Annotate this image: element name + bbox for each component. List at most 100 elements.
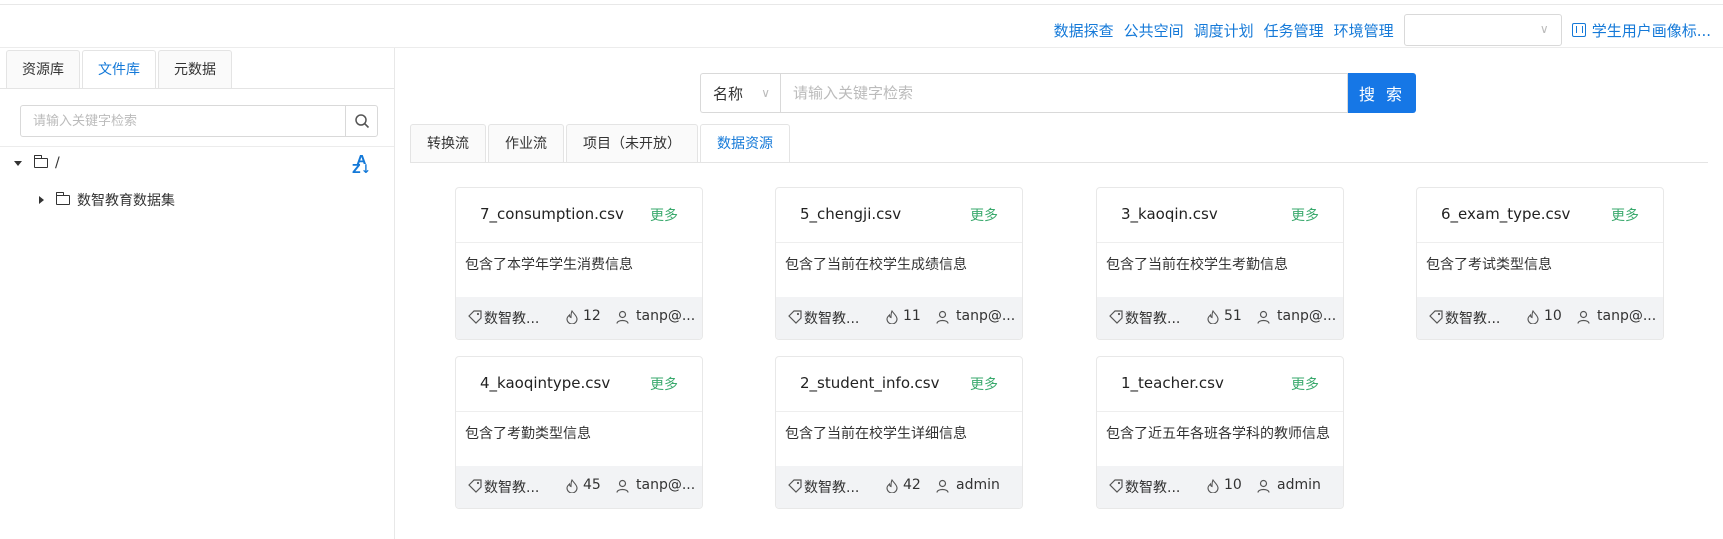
tag-icon [788,310,802,324]
tab-job-flow[interactable]: 作业流 [488,124,564,163]
tree-item-dataset[interactable]: 数智教育数据集 [39,190,175,210]
resource-card[interactable]: 7_consumption.csv 更多 包含了本学年学生消费信息 数智教...… [455,187,703,340]
left-search-input[interactable] [21,106,345,136]
nav-schedule-plan[interactable]: 调度计划 [1194,20,1254,41]
user-icon [616,310,629,324]
card-divider [776,411,1022,412]
search-field-select[interactable]: 名称 ∨ [700,73,780,113]
left-tabs: 资源库 文件库 元数据 [6,50,234,89]
card-title[interactable]: 3_kaoqin.csv [1121,205,1218,223]
search-field-value: 名称 [713,84,744,103]
card-more-link[interactable]: 更多 [970,205,998,225]
project-icon [1571,23,1586,37]
card-divider [1417,242,1663,243]
nav-public-space[interactable]: 公共空间 [1124,20,1184,41]
card-divider [776,242,1022,243]
nav-environment-management[interactable]: 环境管理 [1334,20,1394,41]
card-footer: 数智教... 10 admin [1097,466,1343,508]
tab-data-resources[interactable]: 数据资源 [700,124,790,163]
resource-card[interactable]: 5_chengji.csv 更多 包含了当前在校学生成绩信息 数智教... 11… [775,187,1023,340]
project-label: 学生用户画像标... [1591,21,1711,40]
card-owner: admin [956,477,1000,493]
card-owner: tanp@... [1277,308,1337,324]
resource-card[interactable]: 3_kaoqin.csv 更多 包含了当前在校学生考勤信息 数智教... 51 … [1096,187,1344,340]
tag-icon [1109,310,1123,324]
card-owner: tanp@... [956,308,1016,324]
card-title[interactable]: 5_chengji.csv [800,205,901,223]
card-more-link[interactable]: 更多 [970,374,998,394]
card-title[interactable]: 4_kaoqintype.csv [480,374,610,392]
card-description: 包含了考勤类型信息 [465,426,591,442]
resource-card[interactable]: 4_kaoqintype.csv 更多 包含了考勤类型信息 数智教... 45 … [455,356,703,509]
card-hot-count: 10 [1224,477,1242,493]
tab-metadata[interactable]: 元数据 [158,50,232,89]
main-tabs: 转换流 作业流 项目（未开放） 数据资源 [410,124,792,163]
card-more-link[interactable]: 更多 [1611,205,1639,225]
left-search-divider [0,146,394,147]
fire-icon [1207,479,1219,493]
left-search [20,105,378,137]
card-footer: 数智教... 12 tanp@... [456,297,702,339]
card-hot-count: 10 [1544,308,1562,324]
fire-icon [566,310,578,324]
card-more-link[interactable]: 更多 [1291,374,1319,394]
card-footer: 数智教... 45 tanp@... [456,466,702,508]
card-description: 包含了考试类型信息 [1426,257,1552,273]
card-more-link[interactable]: 更多 [650,374,678,394]
resource-card[interactable]: 1_teacher.csv 更多 包含了近五年各班各学科的教师信息 数智教...… [1096,356,1344,509]
resource-card[interactable]: 6_exam_type.csv 更多 包含了考试类型信息 数智教... 10 t… [1416,187,1664,340]
card-title[interactable]: 1_teacher.csv [1121,374,1224,392]
card-more-link[interactable]: 更多 [1291,205,1319,225]
caret-right-icon[interactable] [39,196,44,204]
tab-file-library[interactable]: 文件库 [82,50,156,89]
nav-data-explore[interactable]: 数据探查 [1054,20,1114,41]
card-tag: 数智教... [804,480,860,496]
tag-icon [1429,310,1443,324]
folder-open-icon [34,155,48,168]
left-tabs-divider [0,88,394,89]
card-more-link[interactable]: 更多 [650,205,678,225]
workspace-select[interactable]: ∨ [1403,14,1562,46]
main-tabs-divider [410,162,1708,163]
caret-down-icon[interactable] [14,160,22,166]
card-owner: tanp@... [636,308,696,324]
card-divider [456,242,702,243]
project-link[interactable]: 学生用户画像标... [1571,20,1711,41]
left-search-button[interactable] [345,106,377,136]
chevron-down-icon: ∨ [1539,22,1549,36]
user-icon [936,310,949,324]
card-hot-count: 51 [1224,308,1242,324]
chevron-down-icon: ∨ [761,86,770,100]
card-description: 包含了近五年各班各学科的教师信息 [1106,426,1330,442]
search-button[interactable]: 搜 索 [1348,73,1416,113]
tab-resource-library[interactable]: 资源库 [6,50,80,89]
fire-icon [1207,310,1219,324]
tag-icon [468,310,482,324]
tab-project[interactable]: 项目（未开放） [566,124,698,163]
user-icon [936,479,949,493]
user-icon [1577,310,1590,324]
resource-card[interactable]: 2_student_info.csv 更多 包含了当前在校学生详细信息 数智教.… [775,356,1023,509]
sort-az-icon[interactable]: A Z↓ [352,154,371,175]
tree-item-label: 数智教育数据集 [77,193,175,209]
card-title[interactable]: 2_student_info.csv [800,374,939,392]
tree-root[interactable]: / [14,155,60,171]
user-icon [616,479,629,493]
card-title[interactable]: 6_exam_type.csv [1441,205,1570,223]
card-hot-count: 12 [583,308,601,324]
tree-root-label: / [55,155,60,171]
tag-icon [468,479,482,493]
card-tag: 数智教... [484,311,540,327]
folder-icon [56,192,70,205]
card-title[interactable]: 7_consumption.csv [480,205,624,223]
main-search-input[interactable] [780,73,1348,113]
card-description: 包含了当前在校学生成绩信息 [785,257,967,273]
tab-transform-flow[interactable]: 转换流 [410,124,486,163]
card-hot-count: 45 [583,477,601,493]
nav-task-management[interactable]: 任务管理 [1264,20,1324,41]
card-hot-count: 11 [903,308,921,324]
card-owner: tanp@... [636,477,696,493]
tag-icon [788,479,802,493]
card-description: 包含了当前在校学生详细信息 [785,426,967,442]
top-divider [0,0,1723,5]
